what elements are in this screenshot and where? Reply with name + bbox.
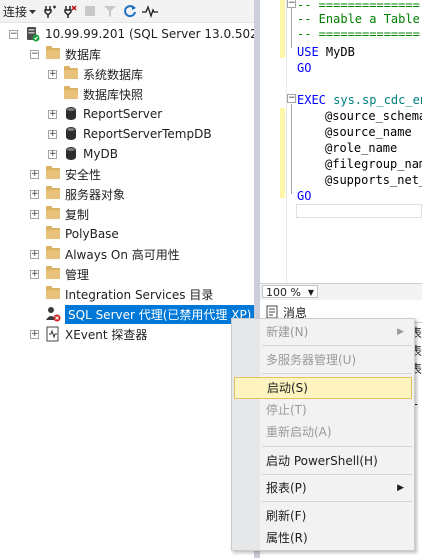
tree-node-integration-services[interactable]: Integration Services 目录 bbox=[45, 284, 213, 304]
collapse-toggle[interactable]: − bbox=[287, 94, 296, 103]
chevron-right-icon: ▶ bbox=[397, 483, 404, 493]
menu-item-refresh[interactable]: 刷新(F) bbox=[234, 505, 412, 527]
expand-toggle[interactable]: + bbox=[48, 110, 57, 119]
sql-agent-icon bbox=[46, 307, 61, 322]
messages-icon bbox=[266, 305, 278, 319]
filter-icon[interactable] bbox=[102, 3, 118, 19]
expand-toggle[interactable]: + bbox=[30, 170, 39, 179]
chevron-right-icon: ▶ bbox=[397, 327, 404, 337]
connect-dropdown-icon bbox=[29, 9, 37, 14]
collapse-toggle[interactable]: − bbox=[9, 30, 18, 39]
expand-toggle[interactable]: + bbox=[30, 270, 39, 279]
tree-node-always-on[interactable]: Always On 高可用性 bbox=[45, 244, 180, 264]
menu-separator bbox=[262, 373, 412, 374]
tree-node-databases[interactable]: 数据库 bbox=[45, 44, 101, 64]
menu-separator bbox=[262, 474, 412, 475]
context-menu: 新建(N) ▶ 多服务器管理(U) 启动(S) 停止(T) 重新启动(A) 启动… bbox=[231, 318, 415, 551]
chevron-down-icon: ▼ bbox=[307, 288, 314, 297]
code-line: EXEC sys.sp_cdc_en bbox=[297, 93, 422, 107]
fold-line bbox=[291, 8, 292, 48]
menu-separator bbox=[262, 345, 412, 346]
collapse-toggle[interactable]: − bbox=[287, 0, 296, 8]
database-icon bbox=[63, 126, 79, 142]
database-icon bbox=[63, 146, 79, 162]
folder-icon bbox=[45, 266, 61, 282]
change-margin bbox=[280, 0, 285, 58]
menu-item-reports[interactable]: 报表(P) ▶ bbox=[234, 477, 412, 499]
database-icon bbox=[63, 106, 79, 122]
expand-toggle[interactable]: + bbox=[48, 130, 57, 139]
disconnect-icon[interactable] bbox=[62, 3, 78, 19]
object-explorer-toolbar: 连接 bbox=[0, 0, 254, 23]
connect-button[interactable]: 连接 bbox=[0, 1, 40, 21]
xevent-profiler-icon bbox=[46, 326, 59, 342]
menu-item-properties[interactable]: 属性(R) bbox=[234, 527, 412, 549]
tree-node-database-snapshots[interactable]: 数据库快照 bbox=[63, 84, 143, 104]
code-line: -- Enable a Table bbox=[297, 12, 420, 26]
code-line: GO bbox=[297, 189, 312, 203]
connect-label: 连接 bbox=[3, 4, 28, 19]
tree-node-replication[interactable]: 复制 bbox=[45, 204, 89, 224]
folder-icon bbox=[63, 86, 79, 102]
server-label: 10.99.99.201 (SQL Server 13.0.5026 bbox=[45, 27, 254, 41]
stop-icon[interactable] bbox=[82, 3, 98, 19]
change-margin bbox=[280, 108, 285, 198]
folder-icon bbox=[45, 246, 61, 262]
expand-toggle[interactable]: + bbox=[48, 150, 57, 159]
menu-item-restart[interactable]: 重新启动(A) bbox=[234, 421, 412, 443]
collapse-toggle[interactable]: − bbox=[30, 50, 39, 59]
folder-icon bbox=[45, 166, 61, 182]
object-explorer: 连接 − 10.99.99.201 (SQL Server 13.0.5026 bbox=[0, 0, 254, 558]
code-line: @source_schema bbox=[325, 109, 422, 123]
tree-node-db-mydb[interactable]: MyDB bbox=[63, 144, 118, 164]
sql-agent-label: SQL Server 代理(已禁用代理 XP) bbox=[65, 304, 254, 324]
tree-node-server[interactable]: 10.99.99.201 (SQL Server 13.0.5026 bbox=[25, 24, 254, 44]
menu-item-start[interactable]: 启动(S) bbox=[234, 377, 412, 399]
editor-status-bar: 100 % ▼ bbox=[260, 283, 422, 300]
code-line: @filegroup_nam bbox=[325, 157, 422, 171]
menu-item-multi-server[interactable]: 多服务器管理(U) bbox=[234, 349, 412, 371]
folder-icon bbox=[45, 186, 61, 202]
menu-separator bbox=[262, 446, 412, 447]
folder-icon bbox=[45, 286, 61, 302]
tree-node-polybase[interactable]: PolyBase bbox=[45, 224, 119, 244]
folder-icon bbox=[45, 206, 61, 222]
expand-toggle[interactable]: + bbox=[30, 210, 39, 219]
menu-separator bbox=[262, 501, 412, 502]
expand-toggle[interactable]: + bbox=[30, 330, 39, 339]
folder-icon bbox=[63, 66, 79, 82]
menu-item-stop[interactable]: 停止(T) bbox=[234, 399, 412, 421]
folder-icon bbox=[45, 46, 61, 62]
menu-item-new[interactable]: 新建(N) ▶ bbox=[234, 321, 412, 343]
expand-toggle[interactable]: + bbox=[30, 250, 39, 259]
current-line-box bbox=[296, 204, 422, 218]
zoom-select[interactable]: 100 % ▼ bbox=[262, 285, 318, 299]
code-line: -- ============== bbox=[297, 27, 420, 41]
tree-node-xevent[interactable]: XEvent 探查器 bbox=[45, 324, 147, 344]
tree-node-system-databases[interactable]: 系统数据库 bbox=[63, 64, 143, 84]
refresh-icon[interactable] bbox=[122, 3, 138, 19]
server-icon bbox=[27, 27, 40, 42]
tree-node-management[interactable]: 管理 bbox=[45, 264, 89, 284]
query-editor[interactable]: − − -- ============== -- Enable a Table … bbox=[260, 0, 422, 283]
tree-node-sql-agent[interactable]: SQL Server 代理(已禁用代理 XP) bbox=[45, 304, 254, 324]
connect-icon[interactable] bbox=[42, 3, 58, 19]
code-line: @role_name bbox=[325, 141, 398, 155]
menu-item-powershell[interactable]: 启动 PowerShell(H) bbox=[234, 450, 412, 472]
code-line: GO bbox=[297, 61, 312, 75]
code-line: @source_name bbox=[325, 125, 412, 139]
expand-toggle[interactable]: + bbox=[30, 190, 39, 199]
tree-node-server-objects[interactable]: 服务器对象 bbox=[45, 184, 125, 204]
editor-gutter: − − bbox=[260, 0, 296, 283]
fold-line bbox=[291, 104, 292, 194]
folder-icon bbox=[45, 226, 61, 242]
tree-node-security[interactable]: 安全性 bbox=[45, 164, 101, 184]
code-line: @supports_net_ bbox=[325, 173, 422, 187]
code-line: USE MyDB bbox=[297, 45, 355, 59]
tree-node-db-reportservertempdb[interactable]: ReportServerTempDB bbox=[63, 124, 212, 144]
expand-toggle[interactable]: + bbox=[48, 70, 57, 79]
tree-node-db-reportserver[interactable]: ReportServer bbox=[63, 104, 162, 124]
activity-monitor-icon[interactable] bbox=[142, 3, 159, 19]
